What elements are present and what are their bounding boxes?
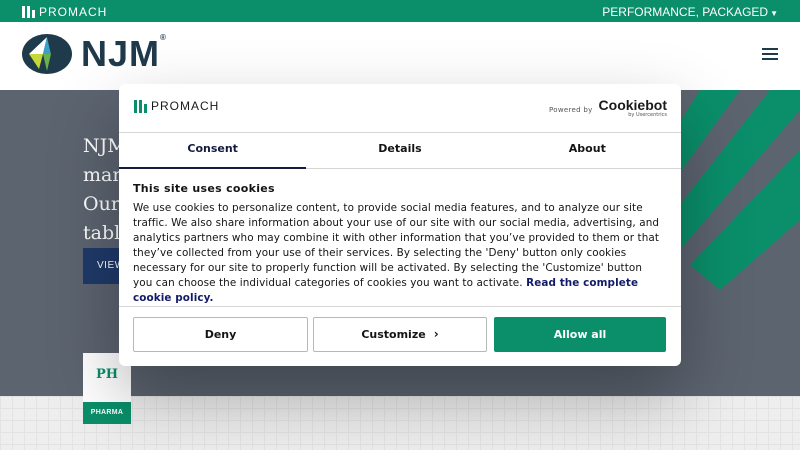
tagline-label: PERFORMANCE, PACKAGED bbox=[602, 5, 769, 19]
njm-emblem-icon bbox=[22, 34, 72, 74]
cookie-consent-dialog: PROMACH Powered by Cookiebot by Usercent… bbox=[119, 84, 681, 366]
dialog-brand-logo: PROMACH bbox=[134, 99, 219, 113]
dialog-body: This site uses cookies We use cookies to… bbox=[133, 182, 663, 306]
promach-logo[interactable]: PROMACH bbox=[22, 5, 107, 19]
njm-logo[interactable]: NJM® bbox=[21, 33, 167, 75]
dialog-footer: Deny Customize › Allow all bbox=[119, 306, 681, 367]
allow-all-button[interactable]: Allow all bbox=[494, 317, 666, 352]
hamburger-icon[interactable] bbox=[762, 48, 778, 60]
customize-label: Customize bbox=[361, 328, 426, 341]
dialog-body-text: We use cookies to personalize content, t… bbox=[133, 201, 663, 306]
cookiebot-sub: by Usercentrics bbox=[628, 112, 667, 118]
customize-button[interactable]: Customize › bbox=[313, 317, 487, 352]
pharma-card-label: PHARMA bbox=[83, 402, 131, 424]
dialog-brand-text: PROMACH bbox=[151, 99, 220, 113]
dialog-tabs: Consent Details About bbox=[119, 132, 681, 169]
chevron-right-icon: › bbox=[433, 327, 439, 341]
cookiebot-name: Cookiebot bbox=[598, 97, 667, 113]
tab-about[interactable]: About bbox=[494, 132, 681, 168]
njm-wordmark: NJM® bbox=[81, 33, 167, 74]
site-header: NJM® bbox=[0, 22, 800, 90]
promach-mark-icon bbox=[134, 99, 147, 113]
promach-brand-text: PROMACH bbox=[39, 5, 108, 19]
top-bar: PROMACH PERFORMANCE, PACKAGED ▼ bbox=[0, 0, 800, 22]
tab-consent[interactable]: Consent bbox=[119, 132, 307, 169]
dialog-header: PROMACH Powered by Cookiebot by Usercent… bbox=[119, 84, 681, 133]
tagline-dropdown[interactable]: PERFORMANCE, PACKAGED ▼ bbox=[602, 5, 778, 19]
powered-by-label: Powered by bbox=[548, 106, 593, 114]
tab-details[interactable]: Details bbox=[306, 132, 493, 168]
caret-down-icon: ▼ bbox=[770, 9, 778, 18]
promach-mark-icon bbox=[22, 6, 35, 18]
pharma-card-icon-text: PH bbox=[95, 367, 119, 382]
cookiebot-logo[interactable]: Powered by Cookiebot by Usercentrics bbox=[549, 98, 667, 118]
deny-button[interactable]: Deny bbox=[133, 317, 308, 352]
consent-text: We use cookies to personalize content, t… bbox=[133, 202, 660, 289]
dialog-heading: This site uses cookies bbox=[133, 182, 275, 195]
